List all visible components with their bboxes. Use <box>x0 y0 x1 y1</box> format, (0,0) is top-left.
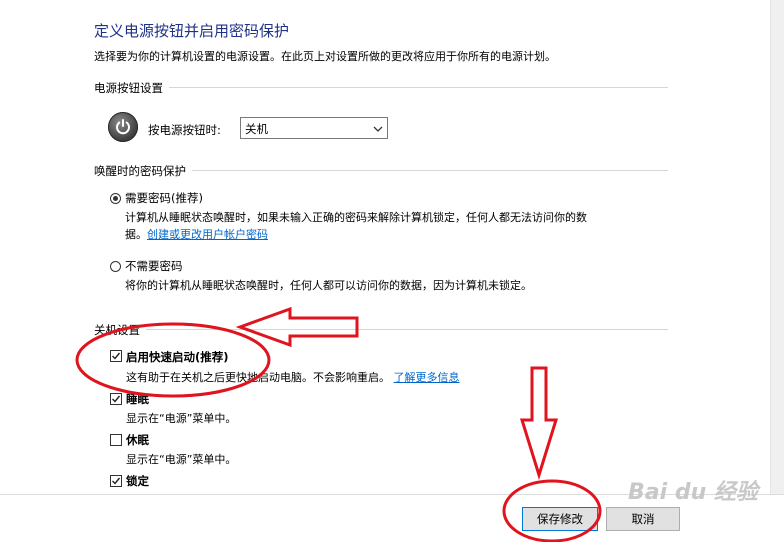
page-title: 定义电源按钮并启用密码保护 <box>94 22 290 40</box>
power-button-label: 按电源按钮时: <box>148 123 221 137</box>
section-divider <box>94 87 668 88</box>
require-password-label[interactable]: 需要密码(推荐) <box>125 190 203 206</box>
fast-startup-desc-row: 这有助于在关机之后更快地启动电脑。不会影响重启。 了解更多信息 <box>126 369 460 385</box>
shutdown-section-heading: 关机设置 <box>94 322 146 338</box>
power-button-section-heading: 电源按钮设置 <box>94 80 169 96</box>
checkmark-icon <box>112 395 121 403</box>
hibernate-desc: 显示在“电源”菜单中。 <box>126 453 237 466</box>
section-divider <box>94 329 668 330</box>
hibernate-label[interactable]: 休眠 <box>126 432 149 448</box>
power-button-action-select[interactable]: 关机 <box>240 117 388 139</box>
sleep-desc: 显示在“电源”菜单中。 <box>126 412 237 425</box>
annotation-arrow-left <box>235 306 359 348</box>
require-password-desc-tail: 据。 <box>125 228 147 241</box>
learn-more-link[interactable]: 了解更多信息 <box>394 371 460 384</box>
save-button[interactable]: 保存修改 <box>522 507 598 531</box>
hibernate-checkbox[interactable] <box>110 434 122 446</box>
create-password-link[interactable]: 创建或更改用户帐户密码 <box>147 228 268 241</box>
checkmark-icon <box>112 477 121 485</box>
cancel-button[interactable]: 取消 <box>606 507 680 531</box>
annotation-arrow-down <box>519 366 559 481</box>
sleep-label[interactable]: 睡眠 <box>126 391 149 407</box>
require-password-desc-cont: 据。创建或更改用户帐户密码 <box>125 226 268 242</box>
page-subtitle: 选择要为你的计算机设置的电源设置。在此页上对设置所做的更改将应用于你所有的电源计… <box>94 50 556 63</box>
sleep-checkbox[interactable] <box>110 393 122 405</box>
fast-startup-desc: 这有助于在关机之后更快地启动电脑。不会影响重启。 <box>126 371 390 384</box>
baidu-watermark: Bai du 经验 <box>628 480 758 505</box>
lock-checkbox[interactable] <box>110 475 122 487</box>
power-button-action-value: 关机 <box>245 122 268 136</box>
require-password-desc: 计算机从睡眠状态唤醒时，如果未输入正确的密码来解除计算机锁定，任何人都无法访问你… <box>125 211 587 224</box>
chevron-down-icon <box>373 123 383 137</box>
fast-startup-checkbox[interactable] <box>110 350 122 362</box>
vertical-scrollbar[interactable] <box>770 0 784 494</box>
checkmark-icon <box>112 352 121 360</box>
no-password-radio[interactable] <box>110 261 121 272</box>
fast-startup-label[interactable]: 启用快速启动(推荐) <box>126 349 229 365</box>
wake-password-section-heading: 唤醒时的密码保护 <box>94 163 192 179</box>
require-password-radio[interactable] <box>110 193 121 204</box>
power-button-icon <box>108 112 138 142</box>
lock-label[interactable]: 锁定 <box>126 473 149 489</box>
no-password-desc: 将你的计算机从睡眠状态唤醒时，任何人都可以访问你的数据，因为计算机未锁定。 <box>125 279 532 292</box>
no-password-label[interactable]: 不需要密码 <box>125 258 183 274</box>
